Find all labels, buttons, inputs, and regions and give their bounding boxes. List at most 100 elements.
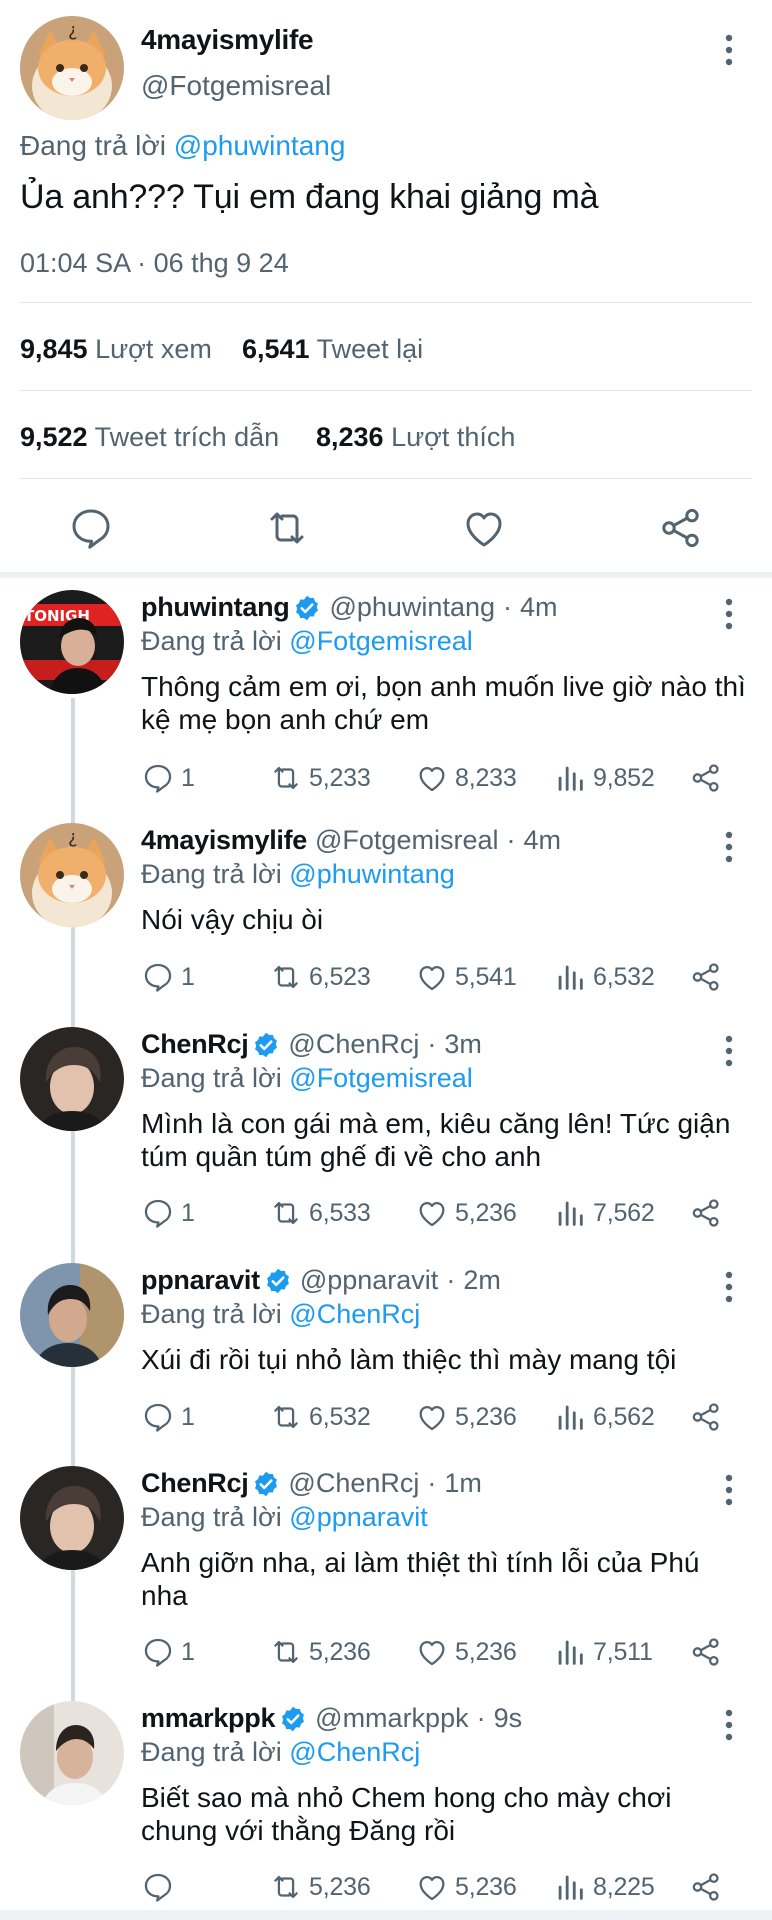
- retweet-count: 5,233: [309, 763, 371, 792]
- author-handle[interactable]: @Fotgemisreal: [141, 70, 331, 102]
- retweet-button[interactable]: 6,523: [269, 957, 371, 997]
- like-count: 5,236: [455, 1637, 517, 1666]
- like-button[interactable]: 5,236: [415, 1397, 517, 1437]
- replying-to-mention[interactable]: @Fotgemisreal: [289, 1063, 472, 1093]
- more-options-icon[interactable]: [715, 829, 743, 865]
- avatar[interactable]: [20, 1701, 124, 1805]
- avatar[interactable]: [20, 1466, 124, 1570]
- view-count: 6,532: [593, 962, 655, 991]
- reply-text: Biết sao mà nhỏ Chem hong cho mày chơi c…: [141, 1782, 672, 1846]
- author-display-name[interactable]: ChenRcj: [141, 1029, 249, 1060]
- like-button[interactable]: 5,541: [415, 957, 517, 997]
- retweet-icon: [274, 965, 298, 989]
- views-button[interactable]: 6,562: [553, 1397, 655, 1437]
- views-button[interactable]: 8,225: [553, 1867, 655, 1907]
- views-stat[interactable]: 9,845 Lượt xem: [20, 334, 212, 365]
- author-handle[interactable]: @phuwintang: [329, 592, 495, 623]
- reply-actions: 1 6,532 5,236 6,562: [141, 1397, 761, 1437]
- svg-text:¿: ¿: [68, 827, 78, 848]
- likes-label: Lượt thích: [391, 422, 516, 452]
- views-button[interactable]: 6,532: [553, 957, 655, 997]
- replying-to-mention[interactable]: @Fotgemisreal: [289, 626, 472, 656]
- retweet-button[interactable]: 5,236: [269, 1632, 371, 1672]
- reply-button[interactable]: 1: [141, 1632, 195, 1672]
- author-handle[interactable]: @ChenRcj: [288, 1029, 419, 1060]
- retweet-icon[interactable]: [263, 504, 311, 552]
- author-handle[interactable]: @mmarkppk: [315, 1703, 468, 1734]
- author-handle[interactable]: @ppnaravit: [300, 1265, 438, 1296]
- tweet-text: Ủa anh??? Tụi em đang khai giảng mà: [20, 178, 599, 216]
- author-display-name[interactable]: phuwintang: [141, 592, 290, 623]
- retweets-stat[interactable]: 6,541 Tweet lại: [242, 334, 423, 365]
- views-button[interactable]: 7,511: [553, 1632, 653, 1672]
- retweet-button[interactable]: 6,533: [269, 1193, 371, 1233]
- tweet-actions: [0, 498, 772, 558]
- quotes-stat[interactable]: 9,522 Tweet trích dẫn: [20, 422, 279, 453]
- replying-to-mention[interactable]: @ChenRcj: [289, 1737, 420, 1767]
- reply-button[interactable]: 1: [141, 1193, 195, 1233]
- tweet-age[interactable]: 3m: [444, 1029, 482, 1060]
- like-button[interactable]: 8,233: [415, 758, 517, 798]
- share-button[interactable]: [689, 1632, 723, 1672]
- share-button[interactable]: [689, 758, 723, 798]
- avatar[interactable]: [20, 1263, 124, 1367]
- like-button[interactable]: 5,236: [415, 1632, 517, 1672]
- reply-button[interactable]: 1: [141, 957, 195, 997]
- likes-count: 8,236: [316, 422, 384, 452]
- more-options-icon[interactable]: [715, 1472, 743, 1508]
- separator-dot: ·: [506, 825, 516, 855]
- retweet-button[interactable]: 5,236: [269, 1867, 371, 1907]
- like-count: 8,233: [455, 763, 517, 792]
- retweet-count: 5,236: [309, 1872, 371, 1901]
- tweet-age[interactable]: 2m: [463, 1265, 501, 1296]
- tweet-age[interactable]: 1m: [444, 1468, 482, 1499]
- reply-button[interactable]: [141, 1867, 181, 1907]
- share-icon[interactable]: [657, 504, 705, 552]
- reply-button[interactable]: 1: [141, 1397, 195, 1437]
- replying-to: Đang trả lời @ChenRcj: [141, 1737, 420, 1768]
- reply-icon[interactable]: [67, 504, 115, 552]
- avatar[interactable]: ¿: [20, 823, 124, 927]
- views-button[interactable]: 7,562: [553, 1193, 655, 1233]
- share-button[interactable]: [689, 1193, 723, 1233]
- reply-text: Anh giỡn nha, ai làm thiệt thì tính lỗi …: [141, 1547, 700, 1611]
- author-display-name[interactable]: ChenRcj: [141, 1468, 249, 1499]
- author-handle[interactable]: @ChenRcj: [288, 1468, 419, 1499]
- more-options-icon[interactable]: [715, 1033, 743, 1069]
- more-options-icon[interactable]: [715, 1707, 743, 1743]
- avatar[interactable]: [20, 1027, 124, 1131]
- like-icon[interactable]: [460, 504, 508, 552]
- divider: [20, 478, 752, 479]
- tweet-age[interactable]: 9s: [494, 1703, 523, 1734]
- like-button[interactable]: 5,236: [415, 1867, 517, 1907]
- like-button[interactable]: 5,236: [415, 1193, 517, 1233]
- like-count: 5,236: [455, 1198, 517, 1227]
- replying-to-mention[interactable]: @phuwintang: [289, 859, 455, 889]
- replying-to-mention[interactable]: @ChenRcj: [289, 1299, 420, 1329]
- author-display-name[interactable]: 4mayismylife: [141, 825, 307, 856]
- avatar[interactable]: TONIGH: [20, 590, 124, 694]
- replying-to-mention[interactable]: @phuwintang: [174, 130, 346, 161]
- reply-button[interactable]: 1: [141, 758, 195, 798]
- share-button[interactable]: [689, 1867, 723, 1907]
- replying-to-mention[interactable]: @ppnaravit: [289, 1502, 427, 1532]
- retweet-button[interactable]: 6,532: [269, 1397, 371, 1437]
- tweet-age[interactable]: 4m: [523, 825, 561, 856]
- author-display-name[interactable]: mmarkppk: [141, 1703, 275, 1734]
- tweet-age[interactable]: 4m: [520, 592, 558, 623]
- author-display-name[interactable]: ppnaravit: [141, 1265, 260, 1296]
- more-options-icon[interactable]: [715, 1269, 743, 1305]
- tweet-timestamp[interactable]: 01:04 SA · 06 thg 9 24: [20, 248, 289, 279]
- avatar[interactable]: ¿: [20, 16, 124, 120]
- author-display-name[interactable]: 4mayismylife: [141, 24, 314, 56]
- retweet-button[interactable]: 5,233: [269, 758, 371, 798]
- reply-icon: [144, 1638, 172, 1667]
- author-handle[interactable]: @Fotgemisreal: [315, 825, 498, 856]
- like-icon: [419, 965, 445, 991]
- likes-stat[interactable]: 8,236 Lượt thích: [316, 422, 515, 453]
- more-options-icon[interactable]: [715, 32, 743, 68]
- views-button[interactable]: 9,852: [553, 758, 655, 798]
- share-button[interactable]: [689, 957, 723, 997]
- more-options-icon[interactable]: [715, 596, 743, 632]
- share-button[interactable]: [689, 1397, 723, 1437]
